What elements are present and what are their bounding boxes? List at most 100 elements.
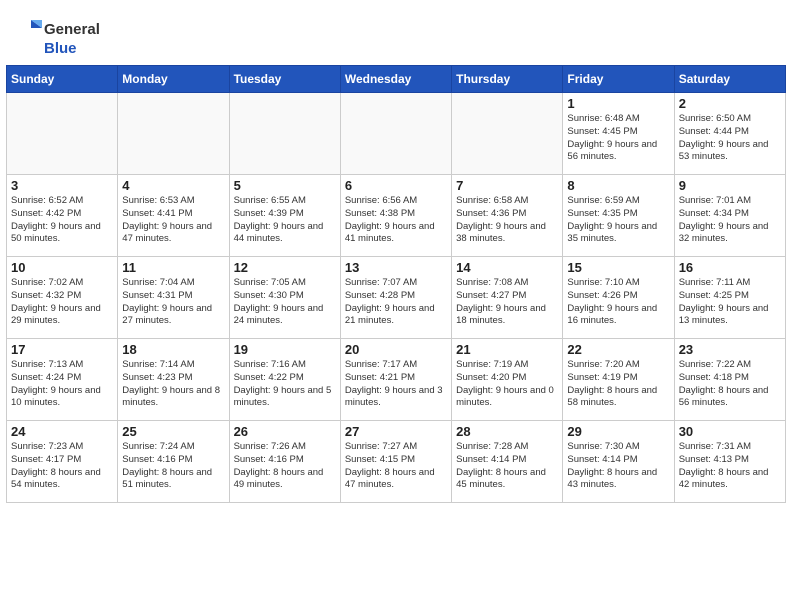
week-row-4: 17 Sunrise: 7:13 AM Sunset: 4:24 PM Dayli… [7,339,786,421]
day-info: Sunrise: 7:05 AM Sunset: 4:30 PM Dayligh… [234,277,336,328]
day-number: 23 [679,342,781,357]
day-info: Sunrise: 7:23 AM Sunset: 4:17 PM Dayligh… [11,441,113,492]
day-cell [452,93,563,175]
day-cell: 10 Sunrise: 7:02 AM Sunset: 4:32 PM Dayli… [7,257,118,339]
day-cell: 28Sunrise: 7:28 AM Sunset: 4:14 PM Dayli… [452,421,563,503]
day-number: 26 [234,424,336,439]
day-info: Sunrise: 7:17 AM Sunset: 4:21 PM Dayligh… [345,359,447,410]
day-cell: 5 Sunrise: 6:55 AM Sunset: 4:39 PM Daylig… [229,175,340,257]
day-cell: 15 Sunrise: 7:10 AM Sunset: 4:26 PM Dayli… [563,257,674,339]
day-info: Sunrise: 7:27 AM Sunset: 4:15 PM Dayligh… [345,441,447,492]
day-cell: 18 Sunrise: 7:14 AM Sunset: 4:23 PM Dayli… [118,339,229,421]
weekday-header-sunday: Sunday [7,66,118,93]
logo-general-text: General [44,21,100,38]
day-info: Sunrise: 7:16 AM Sunset: 4:22 PM Dayligh… [234,359,336,410]
day-cell: 30 Sunrise: 7:31 AM Sunset: 4:13 PM Dayli… [674,421,785,503]
day-cell [340,93,451,175]
day-number: 9 [679,178,781,193]
day-cell: 2Sunrise: 6:50 AM Sunset: 4:44 PM Daylig… [674,93,785,175]
day-cell: 14 Sunrise: 7:08 AM Sunset: 4:27 PM Dayli… [452,257,563,339]
day-number: 20 [345,342,447,357]
day-number: 25 [122,424,224,439]
day-info: Sunrise: 6:59 AM Sunset: 4:35 PM Dayligh… [567,195,669,246]
day-info: Sunrise: 7:31 AM Sunset: 4:13 PM Dayligh… [679,441,781,492]
day-number: 27 [345,424,447,439]
calendar-wrapper: SundayMondayTuesdayWednesdayThursdayFrid… [0,65,792,509]
day-cell: 29Sunrise: 7:30 AM Sunset: 4:14 PM Dayli… [563,421,674,503]
weekday-header-saturday: Saturday [674,66,785,93]
day-info: Sunrise: 6:58 AM Sunset: 4:36 PM Dayligh… [456,195,558,246]
day-cell: 25 Sunrise: 7:24 AM Sunset: 4:16 PM Dayli… [118,421,229,503]
day-info: Sunrise: 6:50 AM Sunset: 4:44 PM Dayligh… [679,113,781,164]
day-cell: 21Sunrise: 7:19 AM Sunset: 4:20 PM Dayli… [452,339,563,421]
day-info: Sunrise: 6:48 AM Sunset: 4:45 PM Dayligh… [567,113,669,164]
weekday-header-wednesday: Wednesday [340,66,451,93]
weekday-header-thursday: Thursday [452,66,563,93]
day-cell: 9Sunrise: 7:01 AM Sunset: 4:34 PM Daylig… [674,175,785,257]
day-info: Sunrise: 7:19 AM Sunset: 4:20 PM Dayligh… [456,359,558,410]
day-cell [229,93,340,175]
day-info: Sunrise: 7:24 AM Sunset: 4:16 PM Dayligh… [122,441,224,492]
day-number: 3 [11,178,113,193]
day-number: 8 [567,178,669,193]
day-cell [118,93,229,175]
day-info: Sunrise: 6:56 AM Sunset: 4:38 PM Dayligh… [345,195,447,246]
day-cell: 16Sunrise: 7:11 AM Sunset: 4:25 PM Dayli… [674,257,785,339]
day-cell: 22 Sunrise: 7:20 AM Sunset: 4:19 PM Dayli… [563,339,674,421]
day-number: 16 [679,260,781,275]
day-number: 10 [11,260,113,275]
day-number: 19 [234,342,336,357]
day-cell: 23 Sunrise: 7:22 AM Sunset: 4:18 PM Dayli… [674,339,785,421]
day-cell: 19 Sunrise: 7:16 AM Sunset: 4:22 PM Dayli… [229,339,340,421]
day-number: 15 [567,260,669,275]
day-number: 29 [567,424,669,439]
day-info: Sunrise: 7:13 AM Sunset: 4:24 PM Dayligh… [11,359,113,410]
day-number: 22 [567,342,669,357]
calendar-table: SundayMondayTuesdayWednesdayThursdayFrid… [6,65,786,503]
day-number: 13 [345,260,447,275]
day-number: 5 [234,178,336,193]
day-cell [7,93,118,175]
day-info: Sunrise: 6:53 AM Sunset: 4:41 PM Dayligh… [122,195,224,246]
day-number: 4 [122,178,224,193]
day-cell: 7 Sunrise: 6:58 AM Sunset: 4:36 PM Daylig… [452,175,563,257]
day-info: Sunrise: 7:28 AM Sunset: 4:14 PM Dayligh… [456,441,558,492]
day-info: Sunrise: 7:14 AM Sunset: 4:23 PM Dayligh… [122,359,224,410]
day-number: 14 [456,260,558,275]
day-info: Sunrise: 7:07 AM Sunset: 4:28 PM Dayligh… [345,277,447,328]
day-cell: 12 Sunrise: 7:05 AM Sunset: 4:30 PM Dayli… [229,257,340,339]
week-row-1: 1 Sunrise: 6:48 AM Sunset: 4:45 PM Daylig… [7,93,786,175]
day-number: 30 [679,424,781,439]
day-info: Sunrise: 7:20 AM Sunset: 4:19 PM Dayligh… [567,359,669,410]
day-cell: 6 Sunrise: 6:56 AM Sunset: 4:38 PM Daylig… [340,175,451,257]
day-number: 6 [345,178,447,193]
day-info: Sunrise: 7:02 AM Sunset: 4:32 PM Dayligh… [11,277,113,328]
day-number: 11 [122,260,224,275]
weekday-header-monday: Monday [118,66,229,93]
day-cell: 26Sunrise: 7:26 AM Sunset: 4:16 PM Dayli… [229,421,340,503]
logo-bird-icon [20,18,42,40]
header: General Blue [0,0,792,65]
day-cell: 17 Sunrise: 7:13 AM Sunset: 4:24 PM Dayli… [7,339,118,421]
day-cell: 1 Sunrise: 6:48 AM Sunset: 4:45 PM Daylig… [563,93,674,175]
logo: General Blue [20,18,100,57]
day-info: Sunrise: 6:52 AM Sunset: 4:42 PM Dayligh… [11,195,113,246]
day-info: Sunrise: 7:04 AM Sunset: 4:31 PM Dayligh… [122,277,224,328]
day-number: 24 [11,424,113,439]
day-number: 1 [567,96,669,111]
day-info: Sunrise: 6:55 AM Sunset: 4:39 PM Dayligh… [234,195,336,246]
day-cell: 13 Sunrise: 7:07 AM Sunset: 4:28 PM Dayli… [340,257,451,339]
day-number: 18 [122,342,224,357]
logo-blue-text: Blue [44,40,77,57]
day-number: 17 [11,342,113,357]
weekday-header-row: SundayMondayTuesdayWednesdayThursdayFrid… [7,66,786,93]
day-info: Sunrise: 7:10 AM Sunset: 4:26 PM Dayligh… [567,277,669,328]
day-info: Sunrise: 7:22 AM Sunset: 4:18 PM Dayligh… [679,359,781,410]
day-cell: 8 Sunrise: 6:59 AM Sunset: 4:35 PM Daylig… [563,175,674,257]
day-number: 12 [234,260,336,275]
day-cell: 24 Sunrise: 7:23 AM Sunset: 4:17 PM Dayli… [7,421,118,503]
day-number: 7 [456,178,558,193]
day-info: Sunrise: 7:08 AM Sunset: 4:27 PM Dayligh… [456,277,558,328]
week-row-5: 24 Sunrise: 7:23 AM Sunset: 4:17 PM Dayli… [7,421,786,503]
day-cell: 11 Sunrise: 7:04 AM Sunset: 4:31 PM Dayli… [118,257,229,339]
